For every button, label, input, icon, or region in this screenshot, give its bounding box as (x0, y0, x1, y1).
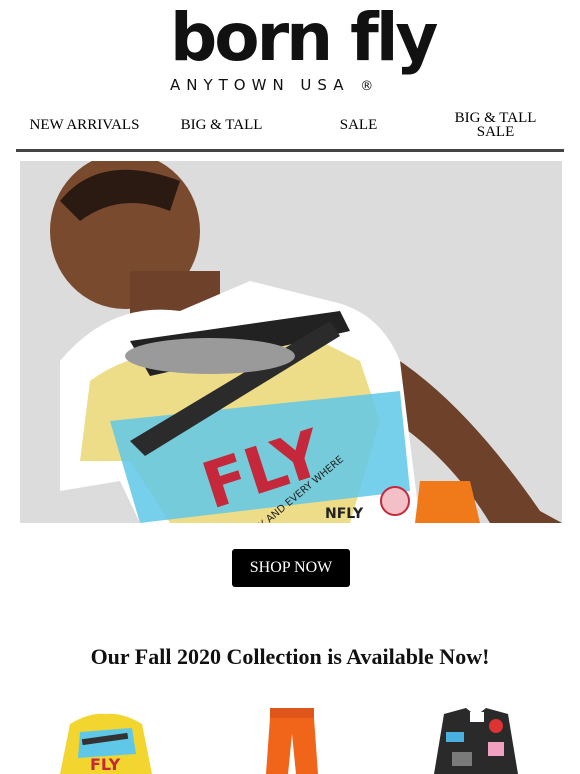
sweatshirt-print-text: FLY (90, 755, 121, 774)
model-shorts (415, 481, 480, 523)
nav-big-and-tall-sale[interactable]: BIG & TALL SALE (427, 104, 564, 146)
hero-image[interactable]: FLY FLY ANY AND EVERY WHERE NFLY (20, 161, 562, 523)
product-orange-track-pants[interactable] (262, 704, 322, 774)
sweatshirt-image: FLY (60, 713, 152, 774)
shirt-print-nfly: NFLY (325, 506, 364, 522)
registered-mark: ® (360, 79, 374, 94)
collection-headline: Our Fall 2020 Collection is Available No… (90, 644, 490, 669)
nav-sale[interactable]: SALE (290, 104, 427, 146)
product-patched-denim-jacket[interactable] (432, 704, 520, 774)
main-nav: NEW ARRIVALS BIG & TALL SALE BIG & TALL … (16, 104, 564, 146)
track-pants-image (266, 708, 318, 774)
denim-jacket-image (434, 708, 518, 774)
brand-tagline-text: ANYTOWN USA (170, 76, 350, 94)
product-grid: FLY (0, 704, 580, 774)
product-printed-sweatshirt[interactable]: FLY (60, 704, 152, 774)
hero-illustration: FLY FLY ANY AND EVERY WHERE NFLY (20, 161, 562, 523)
brand-tagline: ANYTOWN USA ® (170, 76, 415, 96)
brand-logo[interactable]: born fly ANYTOWN USA ® (0, 0, 580, 100)
nav-new-arrivals[interactable]: NEW ARRIVALS (16, 104, 153, 146)
nav-big-and-tall[interactable]: BIG & TALL (153, 104, 290, 146)
nav-divider (16, 149, 564, 152)
brand-wordmark: born fly (170, 0, 438, 76)
shop-now-button[interactable]: SHOP NOW (232, 549, 350, 587)
